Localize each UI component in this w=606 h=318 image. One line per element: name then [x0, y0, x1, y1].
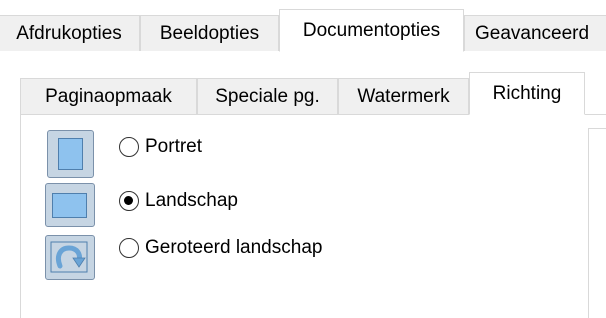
subtab-label: Richting — [492, 82, 562, 104]
richting-panel — [20, 114, 606, 318]
radio-landschap[interactable]: Landschap — [119, 190, 238, 212]
subtab-label: Speciale pg. — [215, 85, 320, 107]
tab-label: Geavanceerd — [475, 22, 590, 44]
radio-button[interactable] — [119, 191, 139, 211]
rotated-landscape-icon — [45, 235, 95, 280]
portrait-page-icon — [47, 130, 94, 178]
tab-label: Afdrukopties — [16, 22, 122, 44]
subtab-speciale-pg[interactable]: Speciale pg. — [197, 78, 338, 115]
top-tab-strip: Afdrukopties Beeldopties Documentopties … — [0, 0, 606, 52]
radio-label: Landschap — [145, 190, 238, 211]
preview-frame — [588, 128, 606, 318]
subtab-label: Watermerk — [357, 85, 450, 107]
subtab-label: Paginaopmaak — [45, 85, 172, 107]
radio-button[interactable] — [119, 137, 139, 157]
tab-afdrukopties[interactable]: Afdrukopties — [0, 15, 140, 52]
tab-beeldopties[interactable]: Beeldopties — [140, 15, 279, 52]
subtab-paginaopmaak[interactable]: Paginaopmaak — [20, 78, 197, 115]
radio-label: Portret — [145, 136, 203, 157]
radio-portret[interactable]: Portret — [119, 136, 202, 158]
tab-geavanceerd[interactable]: Geavanceerd — [464, 15, 606, 52]
subtab-richting[interactable]: Richting — [469, 72, 585, 115]
tab-documentopties[interactable]: Documentopties — [279, 9, 464, 52]
radio-geroteerd-landschap[interactable]: Geroteerd landschap — [119, 237, 322, 259]
subtab-watermerk[interactable]: Watermerk — [338, 78, 469, 115]
tab-label: Beeldopties — [159, 22, 260, 44]
radio-label: Geroteerd landschap — [145, 237, 323, 258]
radio-button[interactable] — [119, 238, 139, 258]
landscape-page-icon — [45, 183, 95, 227]
tab-label: Documentopties — [302, 19, 441, 41]
